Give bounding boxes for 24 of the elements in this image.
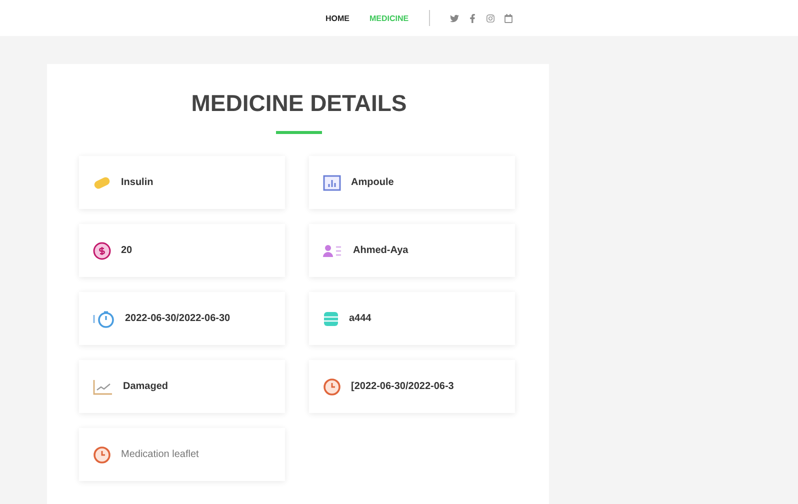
card-title: MEDICINE DETAILS	[190, 90, 408, 117]
detail-value: a444	[349, 313, 372, 324]
dollar-icon	[93, 242, 111, 260]
nav-link[interactable]: HOME	[325, 14, 350, 22]
calendar-icon[interactable]	[504, 14, 513, 22]
leaflet-link[interactable]: Medication leaflet	[121, 449, 199, 460]
detail-value: 2022-06-30/2022-06-30	[125, 313, 230, 324]
database-icon	[323, 310, 339, 326]
detail-value: Insulin	[121, 177, 154, 188]
detail-value: Ampoule	[351, 177, 394, 188]
chart-icon	[323, 174, 341, 190]
clock-icon	[323, 378, 341, 396]
pill-icon	[93, 176, 111, 190]
users-icon	[323, 244, 343, 258]
stopwatch-icon	[93, 310, 115, 328]
instagram-icon[interactable]	[486, 14, 495, 22]
detail-value: Damaged	[123, 381, 168, 392]
detail-value: [2022-06-30/2022-06-3	[351, 381, 454, 392]
clock-icon	[93, 446, 111, 464]
detail-value: Ahmed-Aya	[353, 245, 408, 256]
detail-value: 20	[121, 245, 132, 256]
twitter-icon[interactable]	[450, 14, 459, 22]
line-chart-icon	[93, 378, 113, 394]
facebook-icon[interactable]	[468, 14, 477, 22]
